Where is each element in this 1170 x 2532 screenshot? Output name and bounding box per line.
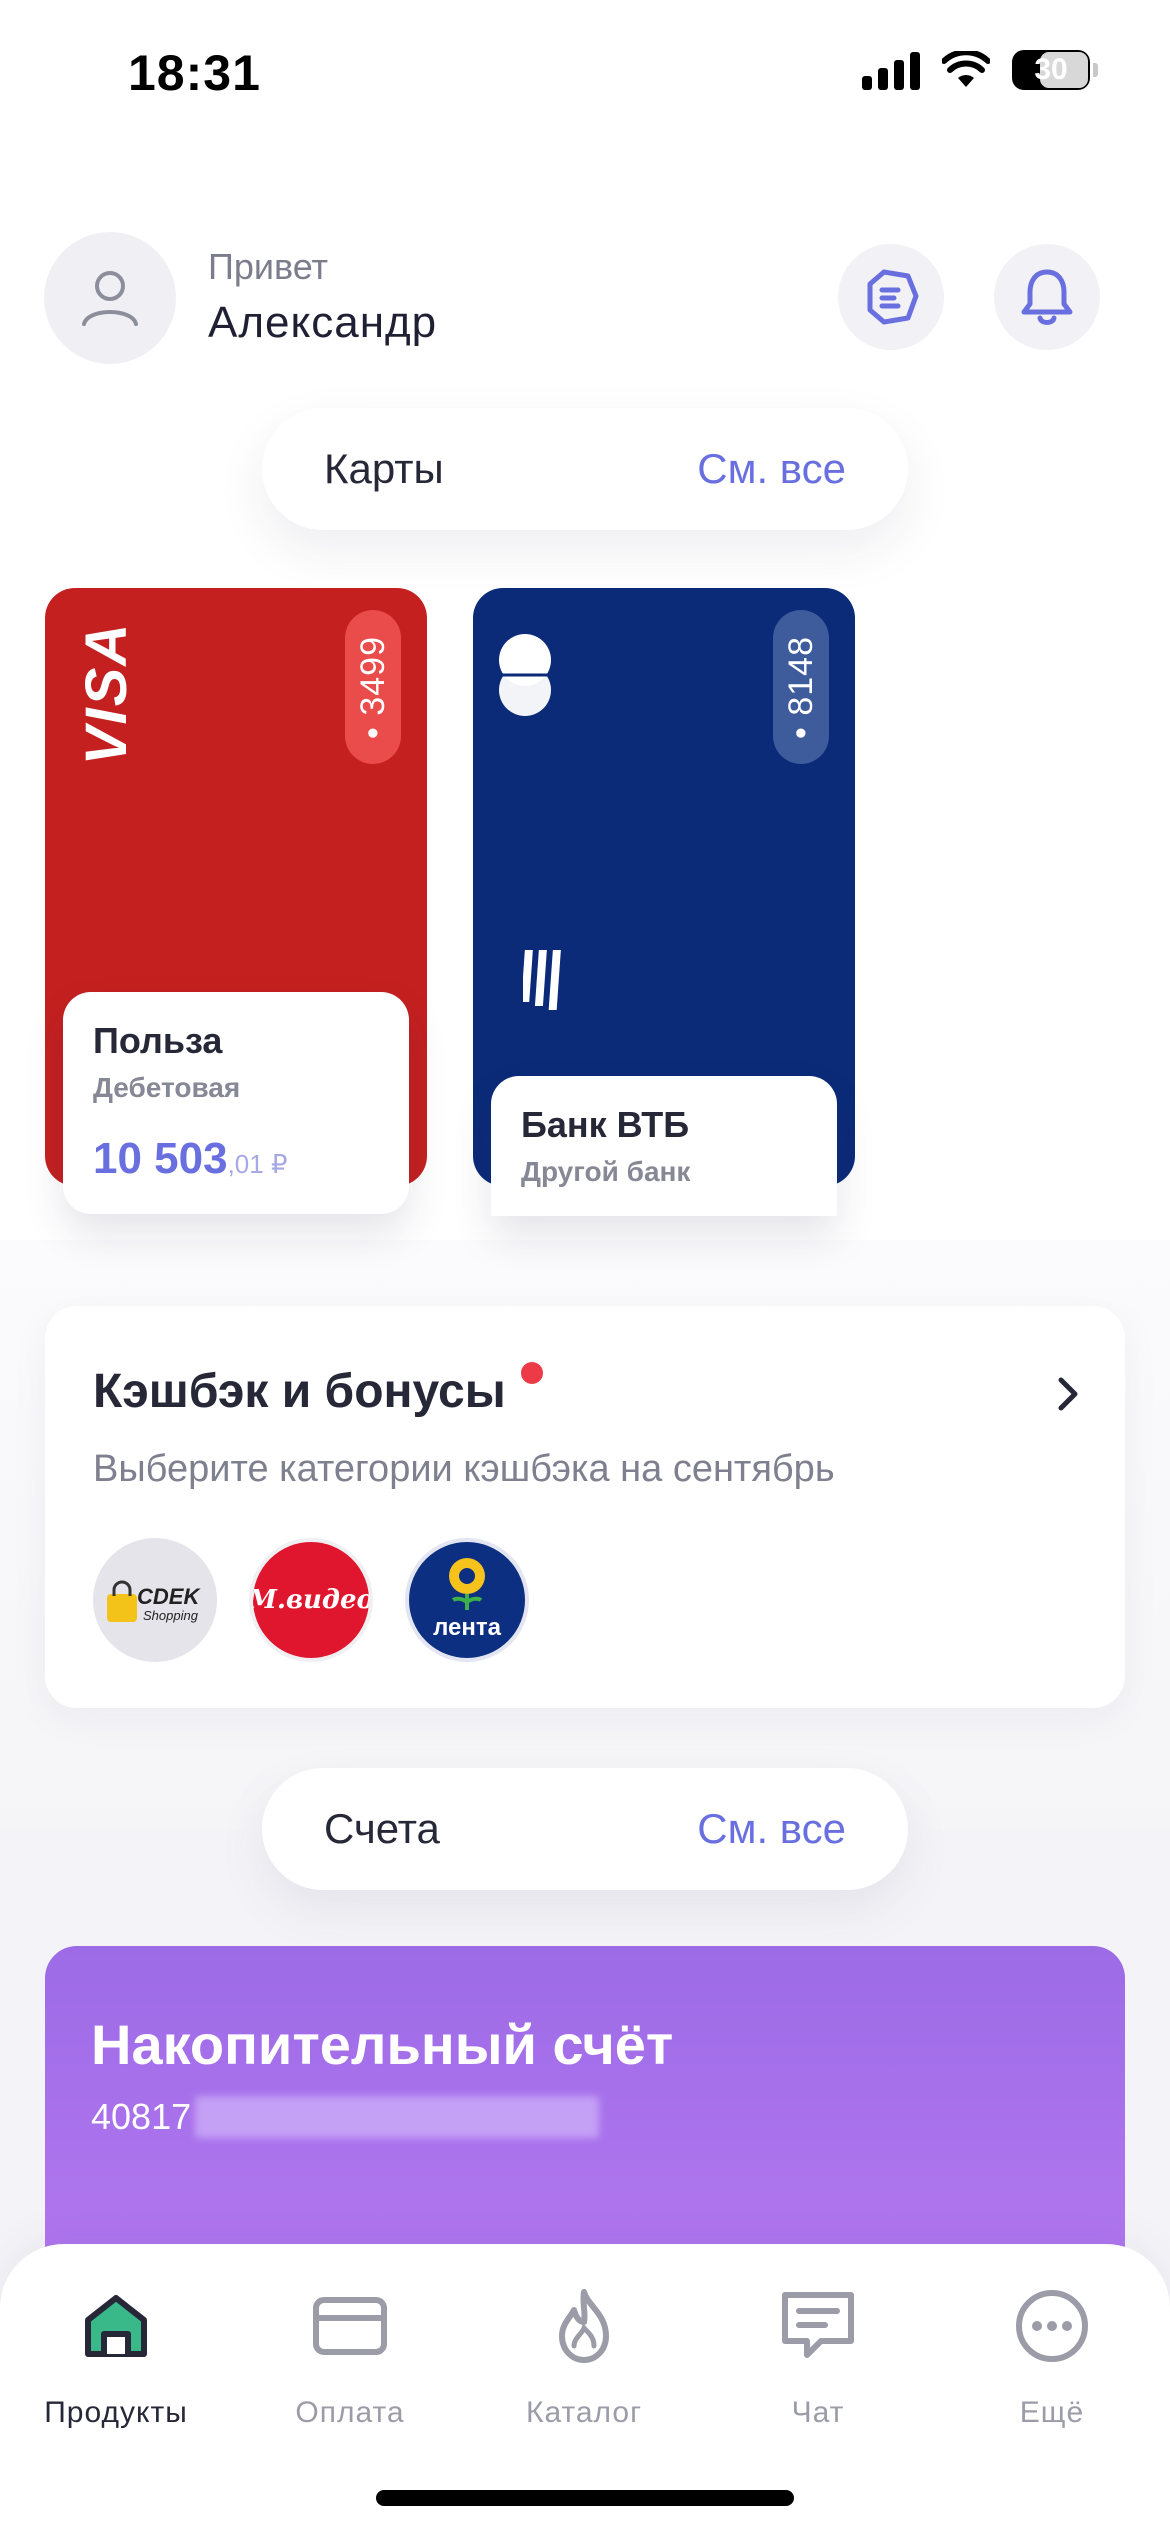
savings-title: Накопительный счёт [91, 2013, 674, 2076]
home-icon [85, 2295, 147, 2357]
more-icon [1016, 2290, 1088, 2362]
card-bank-type: Другой банк [521, 1156, 691, 1187]
flame-icon [559, 2289, 609, 2363]
cards-section-title: Карты [324, 445, 444, 492]
card-number-badge: • 3499 [345, 610, 401, 764]
user-name: Александр [208, 298, 438, 347]
battery-level: 30 [1034, 53, 1068, 86]
cashback-block[interactable]: Кэшбэк и бонусы Выберите категории кэшбэ… [45, 1306, 1125, 1708]
cards-see-all-link[interactable]: См. все [697, 445, 846, 493]
tab-chat[interactable]: Чат [718, 2284, 918, 2430]
flower-icon [449, 1558, 485, 1610]
tab-payment[interactable]: Оплата [250, 2284, 450, 2430]
chevron-right-icon[interactable] [1057, 1376, 1081, 1412]
notifications-button[interactable] [994, 244, 1100, 350]
battery-icon: 30 [1012, 50, 1098, 90]
mvideo-logo-text: М.видео [249, 1585, 373, 1615]
tab-label: Чат [791, 2396, 845, 2429]
greeting-label: Привет [208, 246, 329, 287]
account-number: 40817 [91, 2096, 192, 2137]
card-title: Банк ВТБ [521, 1104, 690, 1145]
tab-more[interactable]: Ещё [952, 2284, 1152, 2430]
wifi-icon [942, 51, 990, 87]
tab-label: Продукты [44, 2396, 188, 2429]
card-vtb[interactable]: • 8148 Банк ВТБ Другой банк [473, 588, 855, 1216]
card-icon [313, 2297, 387, 2355]
savings-account-card[interactable]: Накопительный счёт 40817 [45, 1946, 1125, 2276]
home-indicator [376, 2490, 794, 2506]
tab-label: Каталог [525, 2396, 643, 2429]
card-number-badge: • 8148 [773, 610, 829, 764]
status-time: 18:31 [128, 45, 261, 101]
account-number-masked [195, 2096, 599, 2138]
tab-label: Ещё [1019, 2396, 1085, 2429]
notification-dot [521, 1362, 543, 1384]
card-balance: 10 503,01 ₽ [93, 1134, 288, 1183]
bottom-tab-bar: Продукты Оплата Каталог Чат Ещё [0, 2244, 1170, 2532]
accounts-section-header: Счета См. все [262, 1768, 908, 1890]
tab-label: Оплата [295, 2396, 405, 2429]
shopping-bag-icon [107, 1580, 137, 1622]
cdek-logo-text: CDEK [137, 1584, 200, 1609]
tab-catalog[interactable]: Каталог [484, 2284, 684, 2430]
status-icons: 30 [862, 50, 1098, 90]
partner-mvideo[interactable]: М.видео [249, 1538, 373, 1662]
lenta-logo-text: лента [433, 1614, 501, 1641]
card-title: Польза [93, 1020, 223, 1061]
partner-lenta[interactable]: лента [405, 1538, 529, 1662]
visa-logo: VISA [74, 621, 140, 765]
user-icon [82, 271, 138, 326]
card-info-panel: Банк ВТБ Другой банк [491, 1076, 837, 1216]
card-polza[interactable]: VISA • 3499 Польза Дебетовая 10 503,01 ₽ [45, 588, 427, 1214]
chat-icon [782, 2292, 854, 2358]
avatar[interactable] [44, 232, 176, 364]
signal-icon [862, 50, 920, 90]
accounts-see-all-link[interactable]: См. все [697, 1805, 846, 1853]
cashback-subtitle: Выберите категории кэшбэка на сентябрь [93, 1448, 835, 1490]
mastercard-logo-icon [499, 634, 551, 716]
tab-products[interactable]: Продукты [16, 2284, 216, 2430]
cdek-logo-sub: Shopping [143, 1608, 198, 1623]
cashback-title: Кэшбэк и бонусы [93, 1365, 506, 1418]
card-info-panel: Польза Дебетовая 10 503,01 ₽ [63, 992, 409, 1214]
card-type: Дебетовая [93, 1072, 241, 1103]
accounts-section-title: Счета [324, 1805, 440, 1852]
cards-section-header: Карты См. все [262, 408, 908, 530]
cashback-button[interactable] [838, 244, 944, 350]
coin-hexagon-icon [867, 269, 919, 325]
vtb-logo-icon [523, 950, 561, 1010]
bell-icon [1021, 269, 1073, 325]
partner-cdek[interactable]: CDEK Shopping [93, 1538, 217, 1662]
